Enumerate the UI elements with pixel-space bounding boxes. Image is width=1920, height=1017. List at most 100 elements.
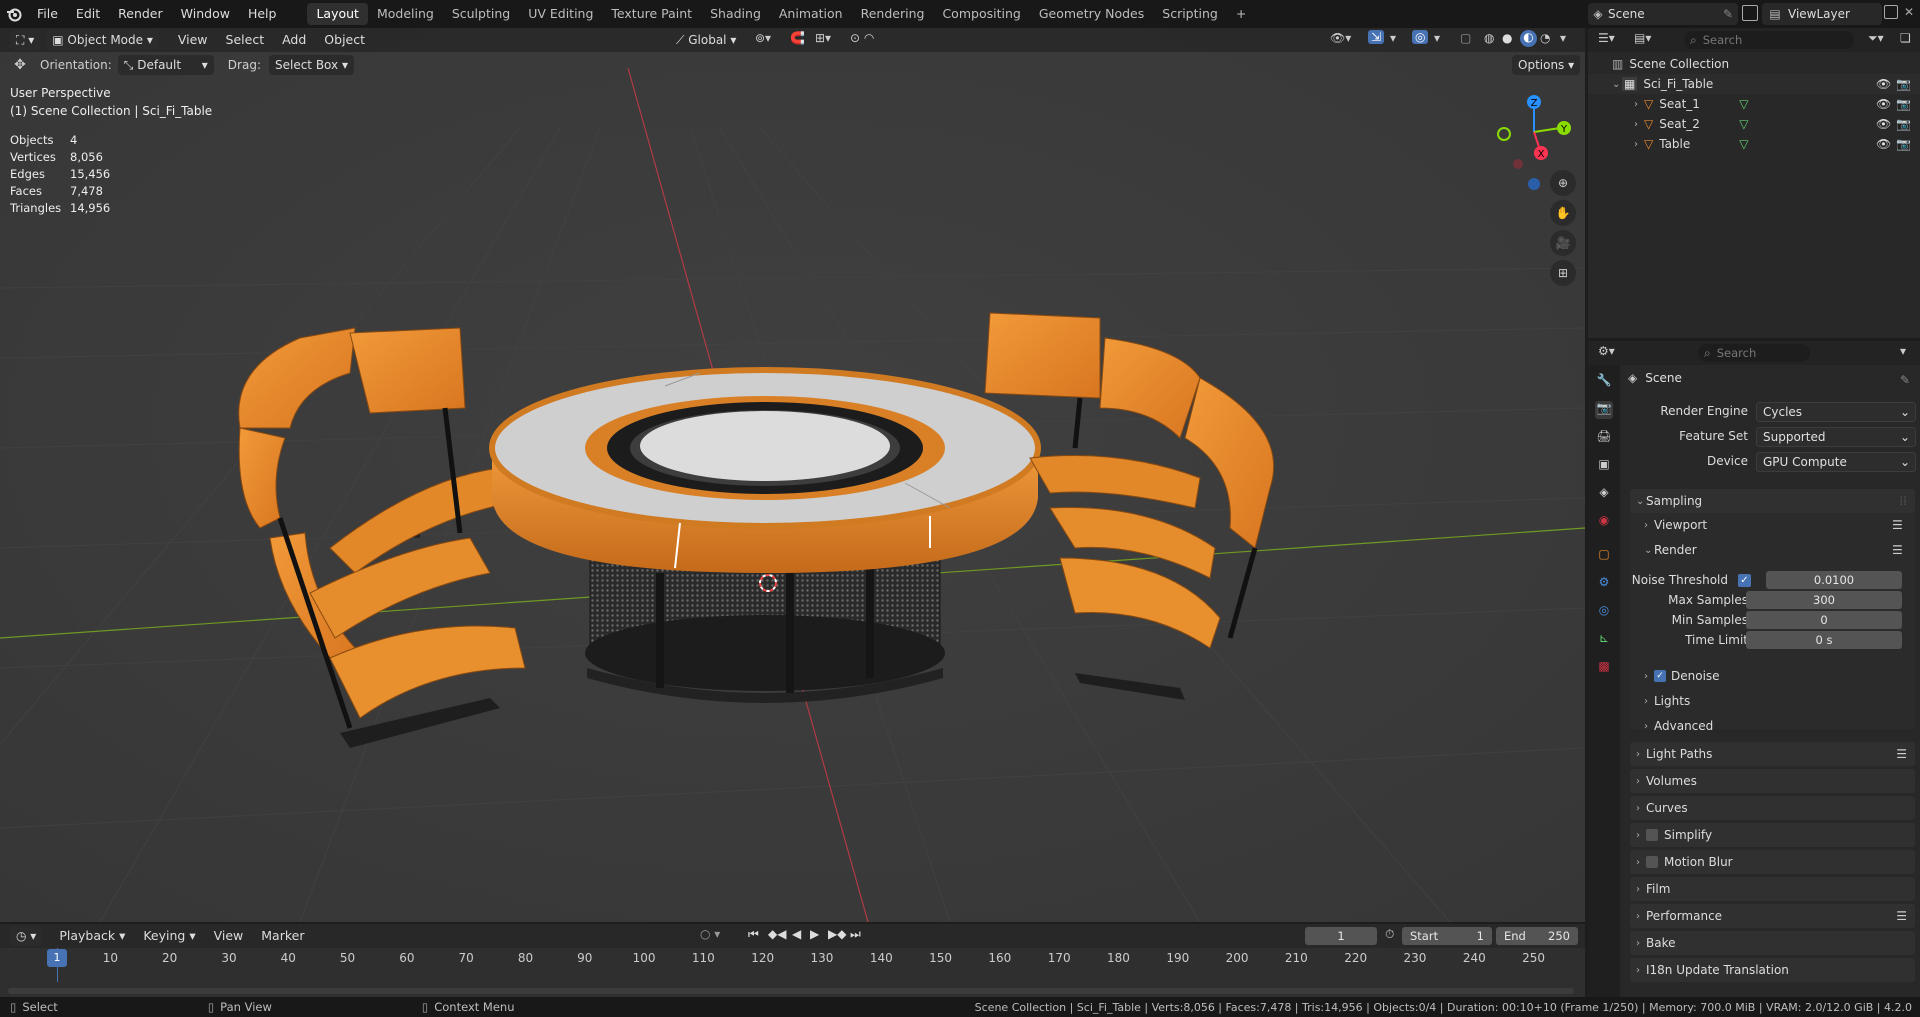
- output-tab-icon[interactable]: 🖨: [1595, 429, 1613, 447]
- snap-target-icon[interactable]: ⊞▾: [815, 31, 831, 45]
- render-subpanel-header[interactable]: ⌄ Render: [1644, 543, 1697, 557]
- editor-type-button[interactable]: ⛶ ▾: [10, 30, 41, 50]
- gizmo-dropdown-icon[interactable]: ▾: [1390, 31, 1396, 45]
- tab-animation[interactable]: Animation: [770, 3, 852, 25]
- view-layer-tab-icon[interactable]: ▣: [1595, 457, 1613, 475]
- tab-layout[interactable]: Layout: [307, 3, 368, 25]
- rendered-shading-icon[interactable]: ◔: [1540, 31, 1550, 45]
- outliner-object-seat-1[interactable]: › ▽ Seat_1 ▽ 👁 📷: [1588, 94, 1920, 114]
- time-limit-field[interactable]: 0 s: [1746, 631, 1902, 649]
- preview-range-icon[interactable]: ⏱: [1385, 927, 1394, 942]
- overlays-toggle-icon[interactable]: ◎: [1412, 30, 1429, 44]
- play-icon[interactable]: ▶: [810, 927, 819, 941]
- playhead-frame-label[interactable]: 1: [47, 949, 67, 967]
- tab-sculpting[interactable]: Sculpting: [443, 3, 519, 25]
- world-tab-icon[interactable]: ◉: [1595, 513, 1613, 531]
- filter-icon[interactable]: ⏷▾: [1868, 31, 1884, 46]
- pivot-icon[interactable]: ⊚▾: [755, 31, 771, 45]
- expand-chevron-icon[interactable]: ›: [1634, 119, 1644, 130]
- render-camera-icon[interactable]: 📷: [1896, 117, 1911, 131]
- tab-compositing[interactable]: Compositing: [933, 3, 1029, 25]
- shading-dropdown-icon[interactable]: ▾: [1560, 31, 1566, 45]
- mesh-data-icon[interactable]: ▽: [1739, 137, 1748, 151]
- pin-icon[interactable]: ✎: [1723, 7, 1738, 21]
- visibility-eye-icon[interactable]: 👁: [1876, 137, 1891, 151]
- device-dropdown[interactable]: GPU Compute ⌄: [1756, 452, 1916, 472]
- tab-texture-paint[interactable]: Texture Paint: [602, 3, 701, 25]
- zoom-icon[interactable]: ⊕: [1550, 170, 1576, 196]
- visibility-eye-icon[interactable]: 👁: [1876, 117, 1891, 131]
- scene-tab-icon[interactable]: ◈: [1595, 485, 1613, 503]
- noise-threshold-checkbox[interactable]: ✓: [1738, 574, 1751, 587]
- film-panel[interactable]: › Film: [1630, 877, 1915, 901]
- advanced-subpanel-header[interactable]: › Advanced: [1644, 719, 1713, 733]
- render-camera-icon[interactable]: 📷: [1896, 137, 1911, 151]
- outliner-object-seat-2[interactable]: › ▽ Seat_2 ▽ 👁 📷: [1588, 114, 1920, 134]
- physics-tab-icon[interactable]: ◎: [1595, 603, 1613, 621]
- drag-handle-icon[interactable]: ⁞⁞: [1899, 494, 1907, 508]
- data-tab-icon[interactable]: ⊾: [1595, 631, 1613, 649]
- outliner-scene-collection[interactable]: ▥ Scene Collection: [1588, 54, 1920, 74]
- tab-shading[interactable]: Shading: [701, 3, 770, 25]
- visibility-icon[interactable]: 👁▾: [1330, 31, 1351, 45]
- noise-threshold-field[interactable]: 0.0100: [1766, 571, 1902, 589]
- render-presets-icon[interactable]: ☰: [1892, 543, 1903, 557]
- curves-panel[interactable]: › Curves: [1630, 796, 1915, 820]
- jump-start-icon[interactable]: ⏮: [748, 927, 759, 942]
- menu-render[interactable]: Render: [109, 0, 172, 28]
- menu-view[interactable]: View: [169, 28, 217, 52]
- menu-add[interactable]: Add: [273, 28, 315, 52]
- mesh-data-icon[interactable]: ▽: [1739, 97, 1748, 111]
- menu-select[interactable]: Select: [217, 28, 274, 52]
- move-tool-icon[interactable]: ✥: [0, 57, 40, 73]
- menu-keying[interactable]: Keying ▾: [134, 924, 204, 948]
- simplify-panel[interactable]: › Simplify: [1630, 823, 1915, 847]
- object-tab-icon[interactable]: ▢: [1595, 547, 1613, 565]
- modifier-tab-icon[interactable]: ⚙: [1595, 575, 1613, 593]
- presets-icon[interactable]: ☰: [1896, 747, 1907, 761]
- outliner-search[interactable]: ⌕ Search: [1684, 31, 1854, 49]
- viewport-presets-icon[interactable]: ☰: [1892, 518, 1903, 532]
- collapse-chevron-icon[interactable]: ⌄: [1612, 79, 1622, 90]
- viewlayer-selector[interactable]: ▤ ViewLayer: [1762, 3, 1882, 25]
- perspective-toggle-icon[interactable]: ⊞: [1550, 260, 1576, 286]
- simplify-checkbox[interactable]: [1646, 829, 1658, 841]
- menu-marker[interactable]: Marker: [252, 924, 313, 948]
- outliner-object-table[interactable]: › ▽ Table ▽ 👁 📷: [1588, 134, 1920, 154]
- new-scene-icon[interactable]: [1742, 5, 1758, 21]
- xray-icon[interactable]: ▢: [1460, 31, 1471, 45]
- timeline-editor-type-icon[interactable]: ◷ ▾: [10, 926, 43, 946]
- tab-uv-editing[interactable]: UV Editing: [519, 3, 602, 25]
- next-keyframe-icon[interactable]: ▶◆: [828, 927, 846, 941]
- bake-panel[interactable]: › Bake: [1630, 931, 1915, 955]
- gizmo-toggle-icon[interactable]: ⇲: [1368, 30, 1385, 44]
- tool-tab-icon[interactable]: 🔧: [1595, 373, 1613, 391]
- volumes-panel[interactable]: › Volumes: [1630, 769, 1915, 793]
- overlays-dropdown-icon[interactable]: ▾: [1434, 31, 1440, 45]
- texture-tab-icon[interactable]: ▩: [1595, 659, 1613, 677]
- properties-search[interactable]: ⌕ Search: [1698, 344, 1810, 362]
- menu-file[interactable]: File: [28, 0, 67, 28]
- orientation-dropdown[interactable]: ⤡ Default ▾: [117, 55, 214, 75]
- 3d-viewport[interactable]: ⛶ ▾ ▣ Object Mode ▾ View Select Add Obje…: [0, 28, 1585, 922]
- add-workspace-button[interactable]: +: [1227, 3, 1255, 25]
- menu-window[interactable]: Window: [172, 0, 239, 28]
- solid-shading-icon[interactable]: ●: [1502, 31, 1512, 45]
- properties-options-icon[interactable]: ▾: [1900, 344, 1906, 358]
- tab-rendering[interactable]: Rendering: [852, 3, 934, 25]
- end-frame-field[interactable]: End 250: [1496, 927, 1578, 945]
- expand-chevron-icon[interactable]: ›: [1634, 139, 1644, 150]
- start-frame-field[interactable]: Start 1: [1402, 927, 1492, 945]
- light-paths-panel[interactable]: › Light Paths ☰: [1630, 742, 1915, 766]
- material-preview-icon[interactable]: ◐: [1520, 30, 1537, 47]
- blender-logo-icon[interactable]: [0, 0, 28, 28]
- display-mode-icon[interactable]: ▤▾: [1634, 31, 1651, 45]
- properties-editor-type-icon[interactable]: ⚙▾: [1598, 344, 1615, 358]
- menu-timeline-view[interactable]: View: [205, 924, 253, 948]
- presets-icon[interactable]: ☰: [1896, 909, 1907, 923]
- tab-geometry-nodes[interactable]: Geometry Nodes: [1030, 3, 1153, 25]
- new-viewlayer-icon[interactable]: [1884, 5, 1898, 19]
- outliner-editor-type-icon[interactable]: ☰▾: [1598, 31, 1615, 45]
- proportional-edit-icon[interactable]: ⊙ ◠: [850, 31, 874, 45]
- jump-end-icon[interactable]: ⏭: [850, 927, 861, 942]
